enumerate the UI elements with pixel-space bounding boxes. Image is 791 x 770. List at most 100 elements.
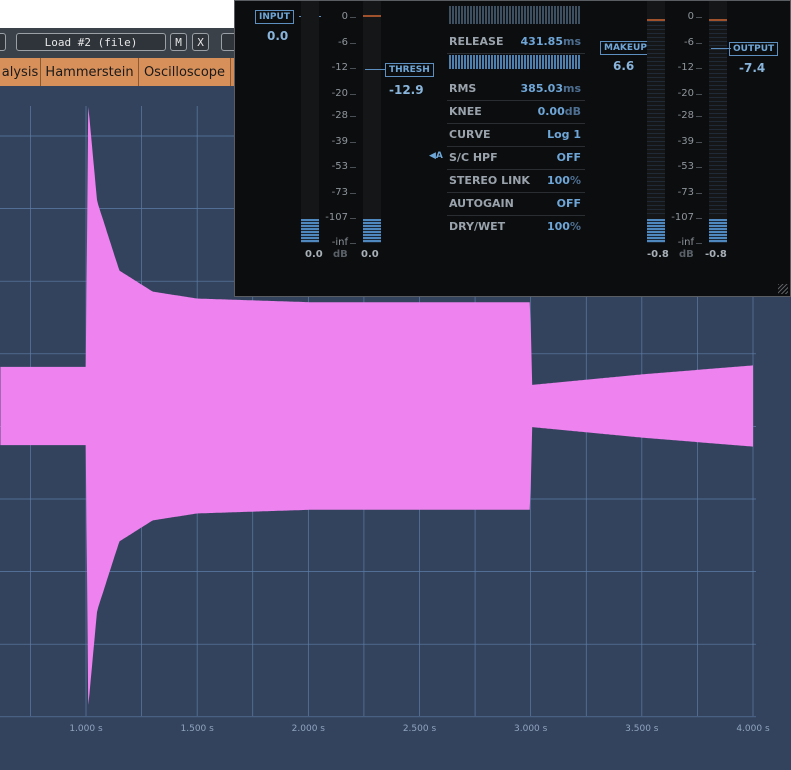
compressor-plugin-window[interactable]: INPUT 0.0 0 -6 -12 -20 -28 -39 -53 -73 -107 -inf …: [234, 0, 791, 297]
param-row-autogain[interactable]: AUTOGAIN OFF: [447, 193, 585, 216]
left-scale-tickmark: [350, 167, 356, 168]
right-scale-tick: -20: [677, 88, 694, 99]
input-value[interactable]: 0.0: [267, 29, 288, 43]
curve-value: Log 1: [547, 128, 581, 141]
param-row-knee[interactable]: KNEE 0.00dB: [447, 101, 585, 124]
host-title-strip: [0, 0, 240, 28]
param-row-release[interactable]: RELEASE 431.85ms: [447, 31, 585, 54]
sc-hpf-value: OFF: [556, 151, 581, 164]
right-scale-tickmark: [696, 218, 702, 219]
dry-wet-label: DRY/WET: [449, 220, 506, 233]
makeup-meter-readout: -0.8: [647, 249, 669, 260]
right-scale-tickmark: [696, 68, 702, 69]
left-scale-tick: 0: [341, 11, 348, 22]
x-tick-label: 4.000 s: [736, 724, 770, 734]
x-tick-label: 3.000 s: [514, 724, 548, 734]
right-scale-tick: -107: [671, 212, 694, 223]
resize-grip-icon[interactable]: [778, 284, 788, 294]
right-scale-tick: -12: [677, 62, 694, 73]
tab-oscilloscope[interactable]: Oscilloscope: [139, 58, 231, 86]
left-scale-tickmark: [350, 243, 356, 244]
stereo-link-value: 100: [547, 174, 570, 187]
left-scale-tick: -28: [331, 110, 348, 121]
right-scale-tick: -6: [684, 37, 694, 48]
stereo-link-label: STEREO LINK: [449, 174, 530, 187]
release-value: 431.85: [520, 35, 563, 48]
left-scale-tick: -73: [331, 187, 348, 198]
right-scale-tickmark: [696, 116, 702, 117]
x-tick-label: 2.000 s: [292, 724, 326, 734]
right-scale-tickmark: [696, 193, 702, 194]
thresh-label: THRESH: [385, 63, 434, 77]
thresh-value[interactable]: -12.9: [389, 83, 424, 97]
right-scale-tick: -28: [677, 110, 694, 121]
knee-label: KNEE: [449, 105, 482, 118]
release-unit: ms: [562, 35, 581, 48]
input-meter: [301, 1, 319, 243]
param-row-rms[interactable]: RMS 385.03ms: [447, 78, 585, 101]
left-scale-tick: -12: [331, 62, 348, 73]
param-row-stereo-link[interactable]: STEREO LINK 100%: [447, 170, 585, 193]
autogain-label: AUTOGAIN: [449, 197, 514, 210]
scale-unit-left: dB: [333, 249, 348, 260]
output-meter: [709, 1, 727, 243]
mute-button[interactable]: M: [170, 33, 187, 51]
input-label: INPUT: [255, 10, 294, 24]
right-scale-tick: -39: [677, 136, 694, 147]
output-meter-readout: -0.8: [705, 249, 727, 260]
x-tick-label: 2.500 s: [403, 724, 437, 734]
gain-reduction-meter-top: [449, 6, 581, 24]
param-row-curve[interactable]: CURVE Log 1: [447, 124, 585, 147]
toolbar-edge-button[interactable]: [0, 33, 6, 51]
x-tick-label: 1.500 s: [181, 724, 215, 734]
right-scale-tick: 0: [687, 11, 694, 22]
output-label: OUTPUT: [729, 42, 779, 56]
makeup-value[interactable]: 6.6: [613, 59, 634, 73]
right-scale-tickmark: [696, 94, 702, 95]
left-scale-tickmark: [350, 193, 356, 194]
left-scale-tick: -53: [331, 161, 348, 172]
tab-analysis[interactable]: alysis: [0, 58, 41, 86]
thresh-pointer: [365, 69, 385, 70]
makeup-meter: [647, 1, 665, 243]
sidechain-marker[interactable]: ◀A: [429, 151, 443, 161]
load-file-button[interactable]: Load #2 (file): [16, 33, 166, 51]
thresh-meter: [363, 1, 381, 243]
dry-wet-value: 100: [547, 220, 570, 233]
right-scale-tick: -73: [677, 187, 694, 198]
param-row-dry-wet[interactable]: DRY/WET 100%: [447, 216, 585, 238]
right-scale-tick: -53: [677, 161, 694, 172]
left-scale-tickmark: [350, 68, 356, 69]
left-scale-tickmark: [350, 116, 356, 117]
left-scale-tickmark: [350, 94, 356, 95]
left-scale-tick: -6: [338, 37, 348, 48]
stereo-link-unit: %: [569, 174, 581, 187]
knee-value: 0.00: [537, 105, 565, 118]
sc-hpf-label: S/C HPF: [449, 151, 498, 164]
right-scale-tick: -inf: [677, 237, 694, 248]
rms-label: RMS: [449, 82, 477, 95]
autogain-value: OFF: [556, 197, 581, 210]
left-scale-tick: -inf: [331, 237, 348, 248]
thresh-meter-readout: 0.0: [361, 249, 379, 260]
x-tick-label: 1.000 s: [69, 724, 103, 734]
rms-value: 385.03: [520, 82, 563, 95]
param-row-sc-hpf[interactable]: S/C HPF OFF: [447, 147, 585, 170]
rms-unit: ms: [562, 82, 581, 95]
scale-unit-right: dB: [679, 249, 694, 260]
x-tick-label: 3.500 s: [625, 724, 659, 734]
output-value[interactable]: -7.4: [739, 61, 765, 75]
makeup-label: MAKEUP: [600, 41, 651, 55]
left-scale-tickmark: [350, 17, 356, 18]
output-pointer: [711, 48, 731, 49]
release-label: RELEASE: [449, 35, 504, 48]
left-scale-tickmark: [350, 142, 356, 143]
tab-hammerstein[interactable]: Hammerstein: [41, 58, 139, 86]
knee-unit: dB: [564, 105, 581, 118]
remove-button[interactable]: X: [192, 33, 209, 51]
curve-label: CURVE: [449, 128, 491, 141]
right-scale-tickmark: [696, 17, 702, 18]
dry-wet-unit: %: [569, 220, 581, 233]
left-scale-tick: -20: [331, 88, 348, 99]
right-scale-tickmark: [696, 43, 702, 44]
